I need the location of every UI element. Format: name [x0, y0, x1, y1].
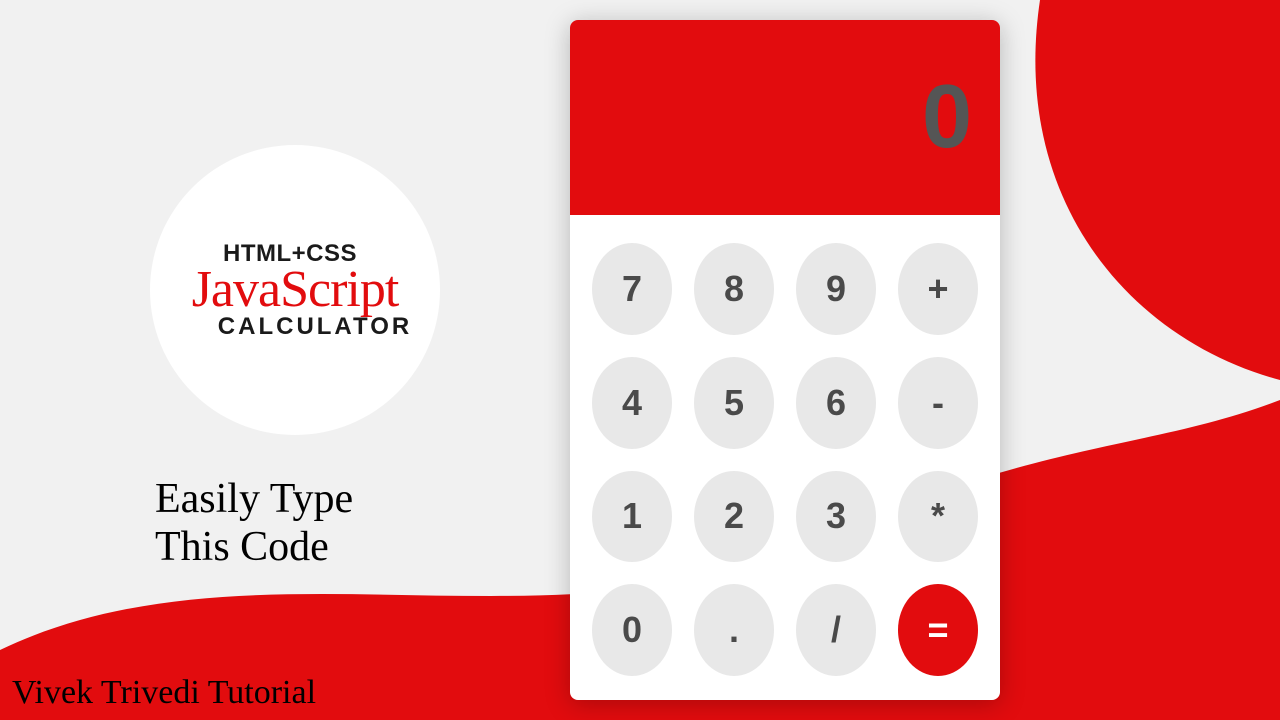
key-divide[interactable]: /: [796, 584, 876, 676]
key-7[interactable]: 7: [592, 243, 672, 335]
footer-credit: Vivek Trivedi Tutorial: [12, 674, 316, 712]
key-3[interactable]: 3: [796, 471, 876, 563]
key-plus[interactable]: +: [898, 243, 978, 335]
key-9[interactable]: 9: [796, 243, 876, 335]
tagline-line-2: This Code: [155, 523, 353, 571]
key-5[interactable]: 5: [694, 357, 774, 449]
logo-main-text: JavaScript: [192, 260, 399, 319]
calculator: 0 789+456- 123* 0./=: [570, 20, 1000, 700]
key-4[interactable]: 4: [592, 357, 672, 449]
calculator-display-value: 0: [922, 66, 972, 169]
key-1[interactable]: 1: [592, 471, 672, 563]
key-decimal[interactable]: .: [694, 584, 774, 676]
key-6[interactable]: 6: [796, 357, 876, 449]
key-0[interactable]: 0: [592, 584, 672, 676]
calculator-keypad: 789+456- 123* 0./=: [570, 215, 1000, 700]
key-equals[interactable]: =: [898, 584, 978, 676]
logo-badge: HTML+CSS JavaScript CALCULATOR: [150, 145, 440, 435]
calculator-display: 0: [570, 20, 1000, 215]
key-multiply[interactable]: *: [898, 471, 978, 563]
tagline-line-1: Easily Type: [155, 475, 353, 523]
key-minus[interactable]: -: [898, 357, 978, 449]
logo-bottom-text: CALCULATOR: [218, 313, 412, 341]
key-8[interactable]: 8: [694, 243, 774, 335]
tagline: Easily Type This Code: [155, 475, 353, 572]
key-2[interactable]: 2: [694, 471, 774, 563]
